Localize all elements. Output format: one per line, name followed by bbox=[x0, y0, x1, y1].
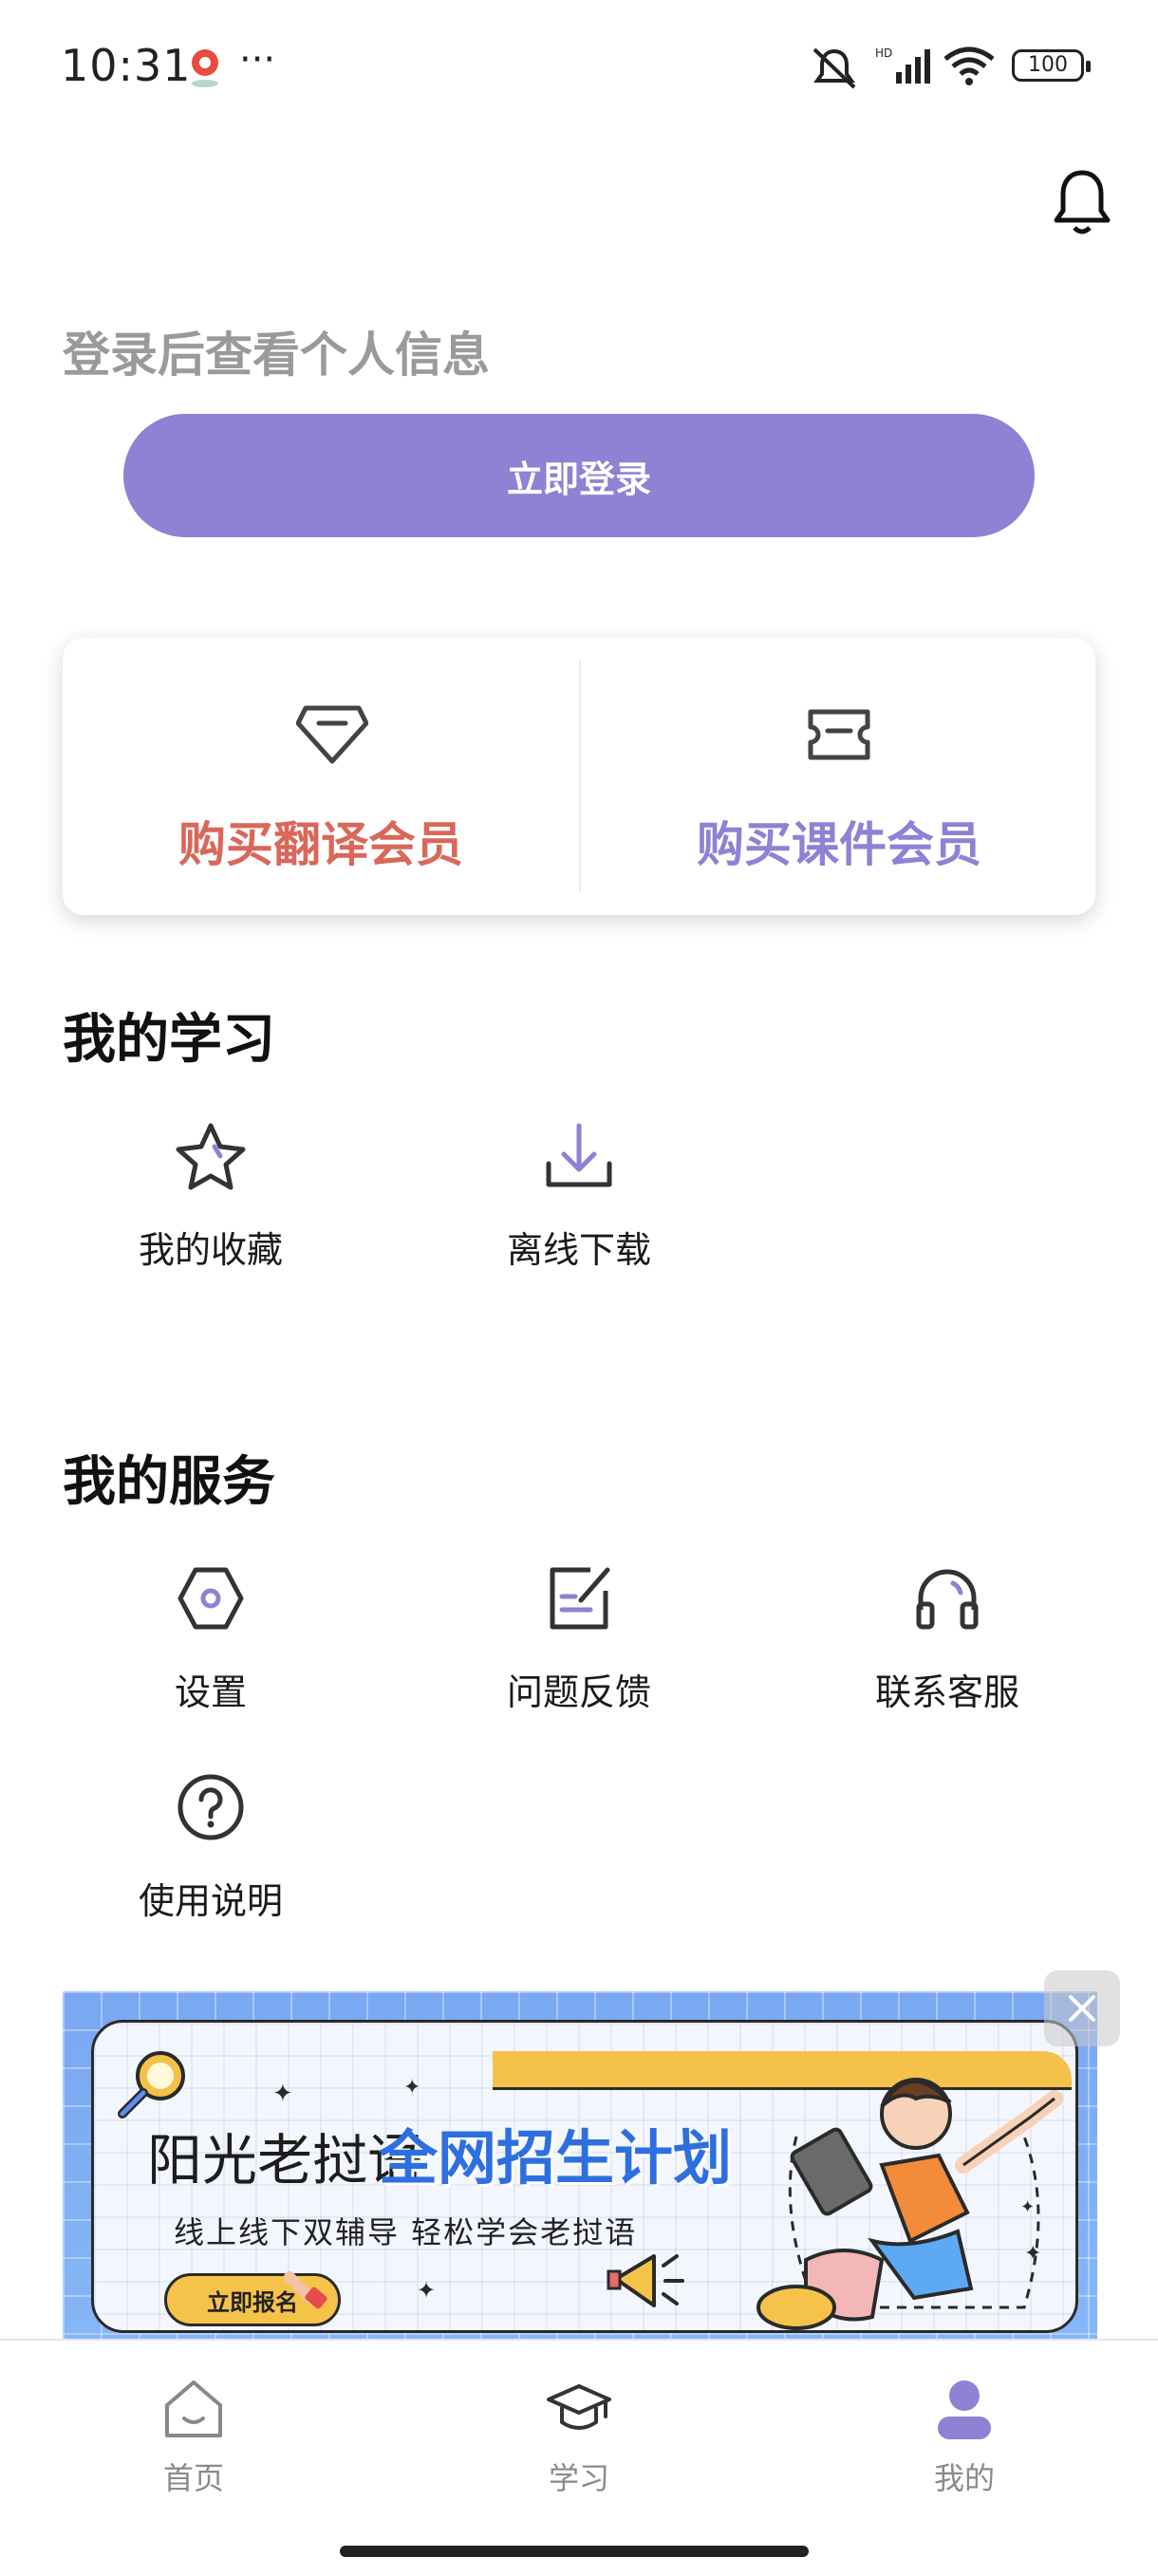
membership-card: 购买翻译会员 购买课件会员 bbox=[63, 638, 1095, 915]
nav-home[interactable]: 首页 bbox=[99, 2375, 289, 2498]
graduation-cap-icon bbox=[547, 2384, 611, 2430]
sparkle-icon: ✦ bbox=[417, 2277, 437, 2304]
banner-subtitle: 线上线下双辅导 轻松学会老挝语 bbox=[174, 2214, 638, 2250]
battery-indicator: 100 bbox=[1012, 49, 1091, 82]
star-icon bbox=[176, 1123, 246, 1190]
translate-membership-label: 购买翻译会员 bbox=[178, 817, 463, 872]
pointing-hand-icon bbox=[280, 2258, 337, 2319]
banner-title-part2: 全网招生计划 bbox=[379, 2123, 733, 2193]
instructions-item[interactable]: 使用说明 bbox=[68, 1771, 353, 1924]
offline-download-label: 离线下载 bbox=[506, 1229, 651, 1271]
signal-icon: HD bbox=[875, 46, 932, 91]
courseware-membership-label: 购买课件会员 bbox=[697, 817, 981, 872]
customer-service-label: 联系客服 bbox=[874, 1671, 1019, 1713]
banner-close-button[interactable] bbox=[1044, 1970, 1120, 2046]
login-button[interactable]: 立即登录 bbox=[123, 414, 1035, 537]
buy-translate-membership-button[interactable]: 购买翻译会员 bbox=[63, 638, 579, 915]
sparkle-icon: ✦ bbox=[272, 2080, 293, 2108]
close-icon bbox=[1069, 1995, 1095, 2022]
nav-profile[interactable]: 我的 bbox=[869, 2375, 1059, 2498]
ticket-icon bbox=[805, 704, 873, 769]
more-notifications-icon: ··· bbox=[239, 38, 276, 82]
favorites-item[interactable]: 我的收藏 bbox=[68, 1120, 353, 1273]
feedback-label: 问题反馈 bbox=[506, 1671, 651, 1713]
feedback-item[interactable]: 问题反馈 bbox=[437, 1562, 721, 1715]
svg-text:✦: ✦ bbox=[1020, 2197, 1035, 2217]
diamond-icon bbox=[295, 700, 369, 771]
customer-service-item[interactable]: 联系客服 bbox=[805, 1562, 1090, 1715]
buy-courseware-membership-button[interactable]: 购买课件会员 bbox=[581, 638, 1095, 915]
svg-text:HD: HD bbox=[875, 47, 892, 60]
my-services-title: 我的服务 bbox=[63, 1451, 275, 1513]
offline-download-item[interactable]: 离线下载 bbox=[437, 1120, 721, 1273]
map-app-icon bbox=[186, 46, 224, 93]
favorites-label: 我的收藏 bbox=[138, 1229, 283, 1271]
banner-panel: ✦ ✦ ✦ 阳光老挝语 全网招生计划 线上线下双辅导 轻松学会老挝语 立即报名 bbox=[91, 2020, 1078, 2333]
svg-text:✦: ✦ bbox=[1024, 2242, 1041, 2266]
home-icon bbox=[165, 2380, 222, 2437]
headset-icon bbox=[916, 1569, 979, 1630]
student-illustration: ✦ ✦ bbox=[739, 2023, 1081, 2339]
download-icon bbox=[546, 1123, 612, 1187]
feedback-icon bbox=[550, 1567, 610, 1630]
nav-study[interactable]: 学习 bbox=[484, 2375, 674, 2498]
sparkle-icon: ✦ bbox=[403, 2076, 421, 2100]
status-time: 10:31 bbox=[61, 40, 192, 91]
nav-profile-label: 我的 bbox=[933, 2460, 995, 2496]
my-learning-title: 我的学习 bbox=[63, 1009, 275, 1071]
profile-icon bbox=[938, 2380, 991, 2439]
megaphone-icon bbox=[607, 2241, 692, 2321]
nav-study-label: 学习 bbox=[548, 2460, 609, 2496]
login-hint: 登录后查看个人信息 bbox=[63, 327, 490, 383]
mute-icon bbox=[809, 46, 860, 95]
wifi-icon bbox=[942, 46, 997, 91]
help-icon bbox=[177, 1774, 244, 1840]
home-indicator[interactable] bbox=[340, 2546, 809, 2557]
instructions-label: 使用说明 bbox=[138, 1880, 283, 1922]
promo-banner[interactable]: ✦ ✦ ✦ 阳光老挝语 全网招生计划 线上线下双辅导 轻松学会老挝语 立即报名 bbox=[63, 1991, 1097, 2339]
settings-icon bbox=[177, 1567, 244, 1630]
notification-bell-icon[interactable] bbox=[1052, 167, 1112, 243]
settings-label: 设置 bbox=[174, 1671, 247, 1713]
bottom-navigation: 首页 学习 我的 bbox=[0, 2339, 1158, 2576]
nav-home-label: 首页 bbox=[162, 2460, 224, 2496]
settings-item[interactable]: 设置 bbox=[68, 1562, 353, 1715]
